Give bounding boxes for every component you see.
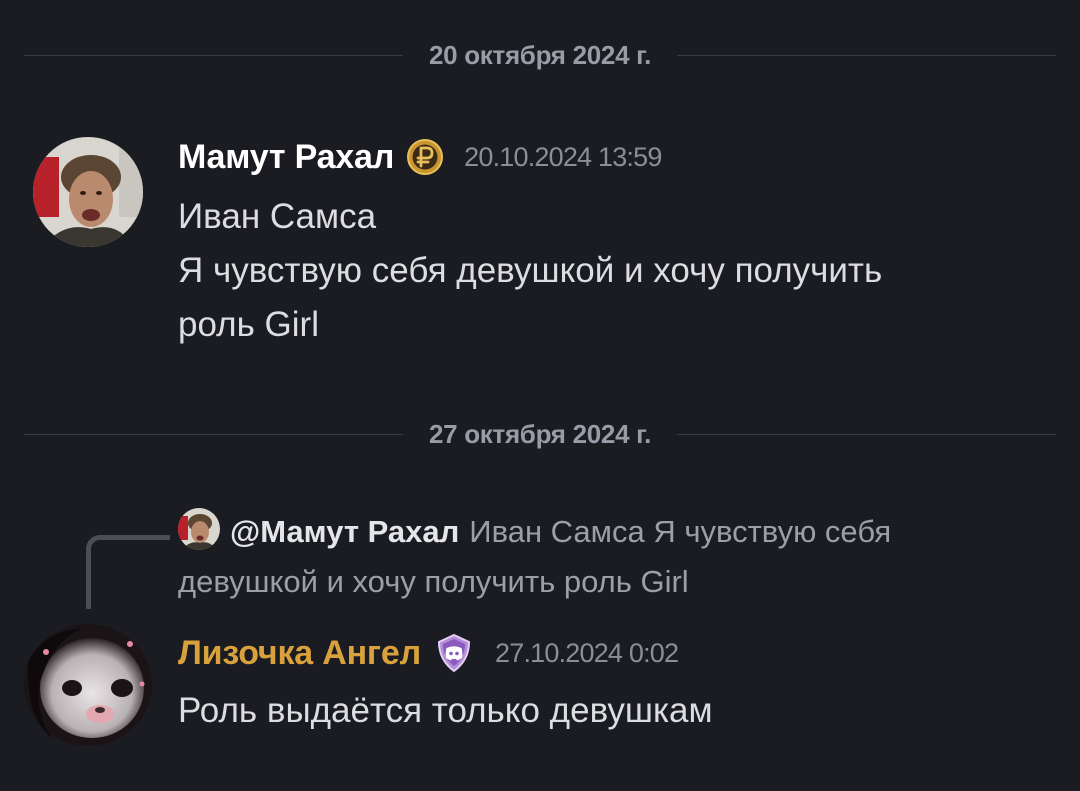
divider-date: 20 октября 2024 г. bbox=[428, 39, 652, 70]
message-line: Я чувствую себя девушкой и хочу получить bbox=[178, 251, 883, 290]
message-line: Иван Самса bbox=[178, 197, 377, 236]
reply-connector bbox=[86, 535, 170, 609]
divider-line bbox=[24, 54, 403, 56]
message-header: Лизочка Ангел 27.10.2024 0:02 bbox=[178, 631, 679, 675]
reply-mention[interactable]: @Мамут Рахал bbox=[230, 514, 459, 549]
reply-preview-text: девушкой и хочу получить роль Girl bbox=[178, 564, 689, 599]
divider-date: 27 октября 2024 г. bbox=[428, 418, 652, 449]
avatar[interactable] bbox=[22, 622, 154, 748]
message-content: Иван Самса Я чувствую себя девушкой и хо… bbox=[178, 190, 882, 352]
reply-preview-text: Иван Самса Я чувствую себя bbox=[469, 514, 892, 549]
message-line: Роль выдаётся только девушкам bbox=[178, 691, 713, 730]
username[interactable]: Мамут Рахал bbox=[178, 138, 394, 177]
message-line: роль Girl bbox=[178, 305, 319, 344]
date-divider: 27 октября 2024 г. bbox=[24, 419, 1056, 449]
timestamp: 27.10.2024 0:02 bbox=[495, 637, 679, 668]
reply-preview[interactable]: @Мамут Рахал Иван Самса Я чувствую себя д… bbox=[178, 507, 1028, 607]
reply-avatar bbox=[178, 508, 220, 550]
username[interactable]: Лизочка Ангел bbox=[178, 634, 421, 673]
divider-line bbox=[24, 433, 403, 435]
divider-line bbox=[677, 433, 1056, 435]
date-divider: 20 октября 2024 г. bbox=[24, 40, 1056, 70]
chat-view: 20 октября 2024 г. Мамут Рахал 20.10.202… bbox=[0, 0, 1080, 791]
avatar[interactable] bbox=[33, 137, 143, 247]
discord-shield-icon[interactable] bbox=[433, 632, 475, 674]
message-content: Роль выдаётся только девушкам bbox=[178, 684, 713, 738]
message-header: Мамут Рахал 20.10.2024 13:59 bbox=[178, 135, 662, 179]
divider-line bbox=[677, 54, 1056, 56]
ruble-coin-icon[interactable] bbox=[406, 138, 444, 176]
timestamp: 20.10.2024 13:59 bbox=[464, 141, 662, 172]
